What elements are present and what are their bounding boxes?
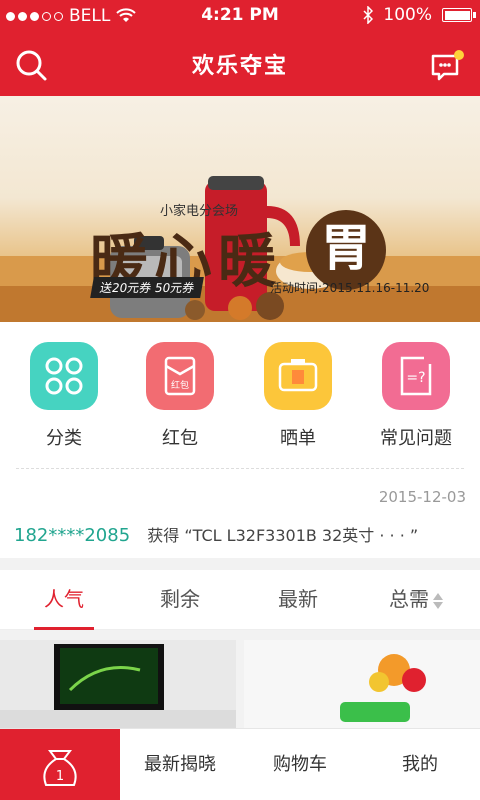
tab-remaining[interactable]: 剩余 [120,570,240,630]
product-image [244,640,480,728]
message-icon[interactable] [430,48,466,82]
category-grid-icon [30,342,98,410]
divider [16,468,464,469]
sort-tabs: 人气 剩余 最新 总需 [0,570,480,630]
nav-bar: 欢乐夺宝 [0,32,480,96]
winner-date: 2015-12-03 [378,488,466,506]
quick-item-red-envelope[interactable]: 红包 红包 [120,342,240,450]
quick-menu: 分类 红包 红包 晒单 =? 常见问题 2015-12-03 182****20… [0,322,480,558]
battery-icon [442,8,476,22]
tab-label: 最新 [278,587,318,611]
banner-stamp: 胃 [306,210,386,290]
faq-icon: =? [382,342,450,410]
bluetooth-icon [363,6,374,24]
banner-coupon: 送20元券 50元券 [90,277,205,298]
tab-home[interactable]: 1 [0,729,120,800]
product-grid [0,640,480,728]
banner-date: 活动时间:2015.11.16-11.20 [270,281,430,295]
winner-user: 182****2085 [14,525,131,546]
quick-item-share[interactable]: 晒单 [238,342,358,450]
quick-item-faq[interactable]: =? 常见问题 [356,342,476,450]
status-bar: BELL 4:21 PM 100% [0,0,480,32]
tab-popularity[interactable]: 人气 [4,570,124,630]
tab-label: 剩余 [160,587,200,611]
faq-icon-text: =? [406,370,425,386]
red-envelope-icon: 红包 [146,342,214,410]
product-image [0,640,236,728]
quick-item-label: 分类 [46,428,82,449]
winner-action: 获得 [147,526,180,545]
tab-label: 人气 [44,587,84,611]
bottom-tab-bar: 1 最新揭晓 购物车 我的 [0,728,480,800]
money-bag-number: 1 [56,769,64,784]
quick-item-label: 晒单 [280,428,316,449]
tab-newest[interactable]: 最新 [238,570,358,630]
red-envelope-icon-text: 红包 [171,379,189,391]
battery-percent: 100% [383,5,432,25]
tab-mine[interactable]: 我的 [360,729,480,800]
winner-announcement[interactable]: 182****2085 获得 “TCL L32F3301B 32英寸 · · ·… [14,522,418,546]
quick-item-label: 常见问题 [380,428,452,449]
tab-latest-results[interactable]: 最新揭晓 [120,729,240,800]
product-card[interactable] [0,640,236,728]
page-title: 欢乐夺宝 [191,54,288,79]
tab-total-required[interactable]: 总需 [356,570,476,630]
quick-item-label: 红包 [162,428,198,449]
winner-prize: “TCL L32F3301B 32英寸 · · · ” [184,526,419,545]
tab-label: 总需 [389,587,429,611]
product-card[interactable] [244,640,480,728]
camera-icon [264,342,332,410]
promo-banner[interactable]: 小家电分会场 暖心暖 胃 送20元券 50元券 活动时间:2015.11.16-… [0,96,480,322]
money-bag-icon: 1 [43,750,77,786]
quick-item-category[interactable]: 分类 [4,342,124,450]
sort-arrows-icon [433,592,443,610]
tab-cart[interactable]: 购物车 [240,729,360,800]
